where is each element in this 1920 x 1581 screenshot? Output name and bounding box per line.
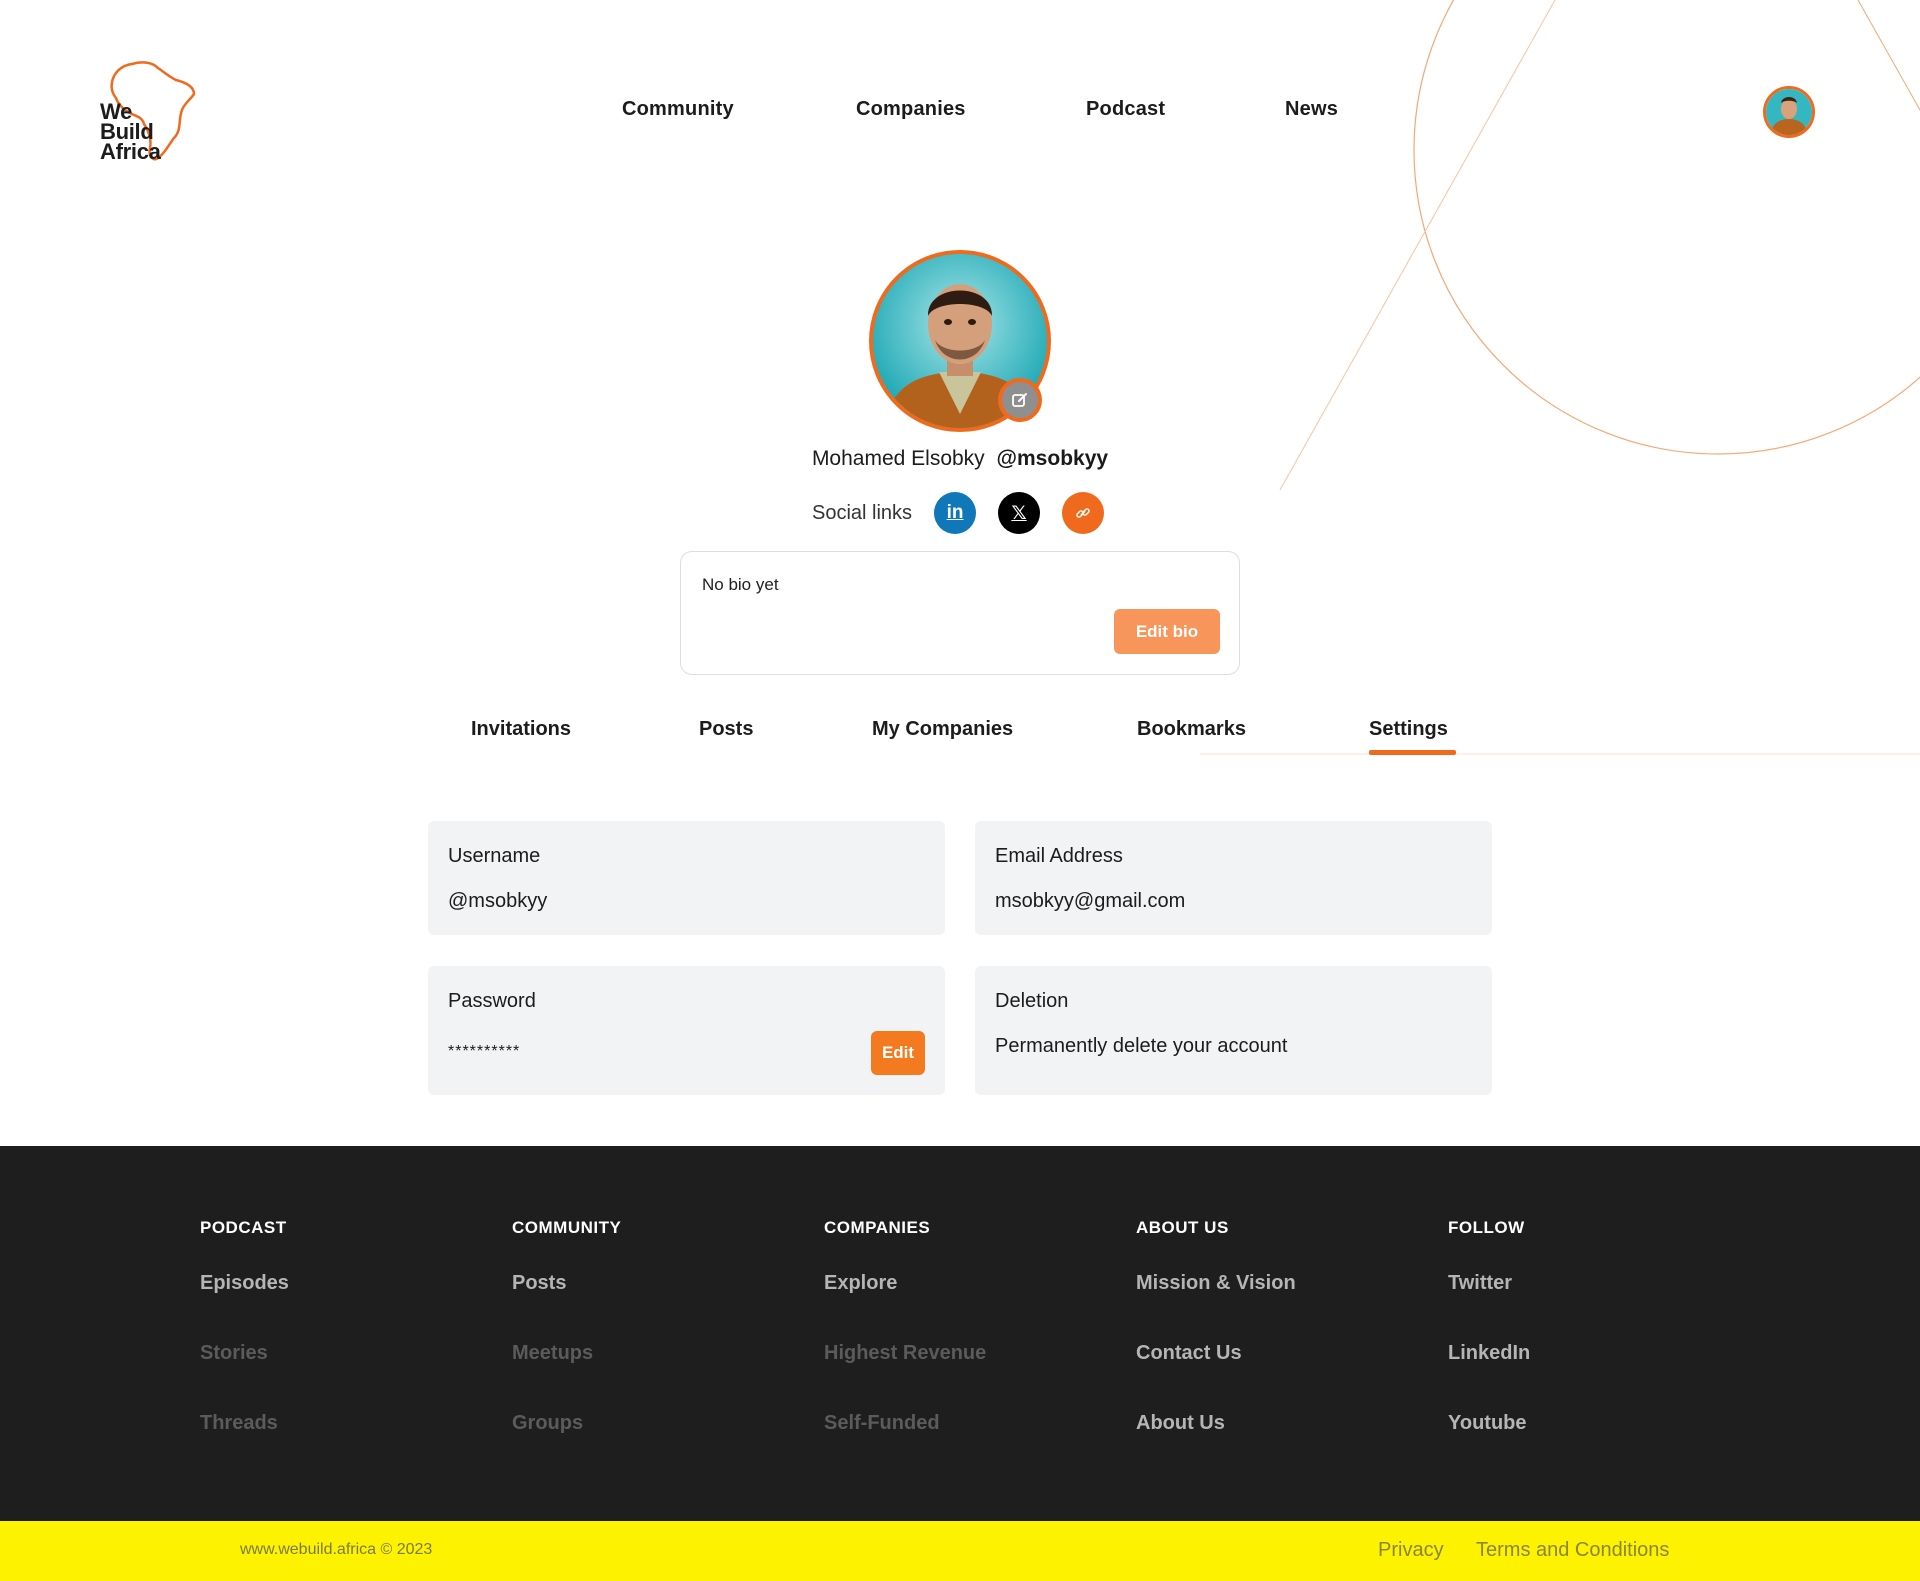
- tab-settings[interactable]: Settings: [1369, 718, 1456, 755]
- footer-link[interactable]: Groups: [512, 1412, 583, 1435]
- linkedin-icon[interactable]: in: [934, 492, 977, 534]
- terms-link[interactable]: Terms and Conditions: [1476, 1539, 1669, 1562]
- linkedin-glyph: in: [946, 502, 964, 523]
- footer-link[interactable]: About Us: [1136, 1412, 1225, 1435]
- tab-invitations[interactable]: Invitations: [471, 718, 571, 741]
- email-card: Email Address msobkyy@gmail.com: [975, 821, 1492, 935]
- footer-link[interactable]: Mission & Vision: [1136, 1272, 1296, 1295]
- password-card: Password ********** Edit: [428, 966, 945, 1095]
- tab-my-companies[interactable]: My Companies: [872, 718, 1013, 741]
- footer-column-about-us: ABOUT US Mission & Vision Contact Us Abo…: [1136, 1218, 1296, 1434]
- social-links-label: Social links: [812, 501, 913, 524]
- footer-link[interactable]: Explore: [824, 1272, 897, 1295]
- footer-heading: COMPANIES: [824, 1218, 931, 1237]
- footer-heading: COMMUNITY: [512, 1218, 622, 1237]
- link-icon[interactable]: [1062, 492, 1105, 534]
- user-avatar[interactable]: [1763, 86, 1815, 138]
- profile-tabs: Invitations Posts My Companies Bookmarks…: [0, 718, 1920, 758]
- chain-link-glyph: [1076, 508, 1090, 518]
- password-value: **********: [448, 1043, 521, 1060]
- footer-link[interactable]: Posts: [512, 1272, 566, 1295]
- footer-link[interactable]: Highest Revenue: [824, 1342, 986, 1365]
- profile-handle: @msobkyy: [996, 447, 1109, 470]
- footer-link[interactable]: Episodes: [200, 1272, 289, 1295]
- nav-companies[interactable]: Companies: [856, 98, 966, 121]
- username-label: Username: [448, 845, 541, 867]
- tab-posts[interactable]: Posts: [699, 718, 753, 741]
- footer-link[interactable]: Twitter: [1448, 1272, 1512, 1295]
- footer-heading: PODCAST: [200, 1218, 287, 1237]
- footer-column-community: COMMUNITY Posts Meetups Groups: [512, 1218, 622, 1434]
- edit-bio-button[interactable]: Edit bio: [1114, 609, 1220, 654]
- copyright-text: www.webuild.africa © 2023: [240, 1541, 433, 1558]
- bio-text: No bio yet: [702, 575, 779, 594]
- x-glyph: 𝕏: [1011, 502, 1027, 524]
- delete-account-link[interactable]: Permanently delete your account: [995, 1035, 1287, 1058]
- edit-password-button[interactable]: Edit: [871, 1031, 925, 1075]
- footer-link[interactable]: LinkedIn: [1448, 1342, 1530, 1365]
- edit-pencil-icon: [1012, 393, 1027, 407]
- edit-avatar-button[interactable]: [998, 378, 1042, 422]
- footer-link[interactable]: Self-Funded: [824, 1412, 940, 1435]
- email-value: msobkyy@gmail.com: [995, 890, 1186, 912]
- username-value: @msobkyy: [448, 890, 548, 912]
- footer-link[interactable]: Contact Us: [1136, 1342, 1242, 1365]
- footer-column-follow: FOLLOW Twitter LinkedIn Youtube: [1448, 1218, 1530, 1434]
- footer: PODCAST Episodes Stories Threads COMMUNI…: [0, 1146, 1920, 1521]
- footer-link[interactable]: Youtube: [1448, 1412, 1527, 1435]
- logo-line: Africa: [100, 139, 161, 164]
- email-label: Email Address: [995, 845, 1123, 867]
- avatar-image: [1766, 89, 1812, 135]
- password-label: Password: [448, 990, 536, 1012]
- nav-news[interactable]: News: [1285, 98, 1338, 121]
- social-links: Social links in 𝕏: [812, 492, 1126, 534]
- footer-link[interactable]: Stories: [200, 1342, 268, 1365]
- main-nav: Community Companies Podcast News: [0, 98, 1920, 128]
- nav-podcast[interactable]: Podcast: [1086, 98, 1165, 121]
- footer-heading: FOLLOW: [1448, 1218, 1525, 1237]
- footer-heading: ABOUT US: [1136, 1218, 1229, 1237]
- deletion-card[interactable]: Deletion Permanently delete your account: [975, 966, 1492, 1095]
- username-card: Username @msobkyy: [428, 821, 945, 935]
- bottom-bar: www.webuild.africa © 2023 Privacy Terms …: [0, 1521, 1920, 1581]
- footer-column-companies: COMPANIES Explore Highest Revenue Self-F…: [824, 1218, 986, 1434]
- x-icon[interactable]: 𝕏: [998, 492, 1041, 534]
- footer-link[interactable]: Meetups: [512, 1342, 593, 1365]
- bio-card: No bio yet Edit bio: [680, 551, 1240, 675]
- profile-full-name: Mohamed Elsobky: [811, 447, 985, 470]
- profile-name-line: Mohamed Elsobky @msobkyy: [0, 447, 1920, 471]
- privacy-link[interactable]: Privacy: [1378, 1539, 1444, 1562]
- footer-link[interactable]: Threads: [200, 1412, 278, 1435]
- deletion-label: Deletion: [995, 990, 1069, 1012]
- nav-community[interactable]: Community: [622, 98, 734, 121]
- tab-bookmarks[interactable]: Bookmarks: [1137, 718, 1246, 741]
- footer-column-podcast: PODCAST Episodes Stories Threads: [200, 1218, 289, 1434]
